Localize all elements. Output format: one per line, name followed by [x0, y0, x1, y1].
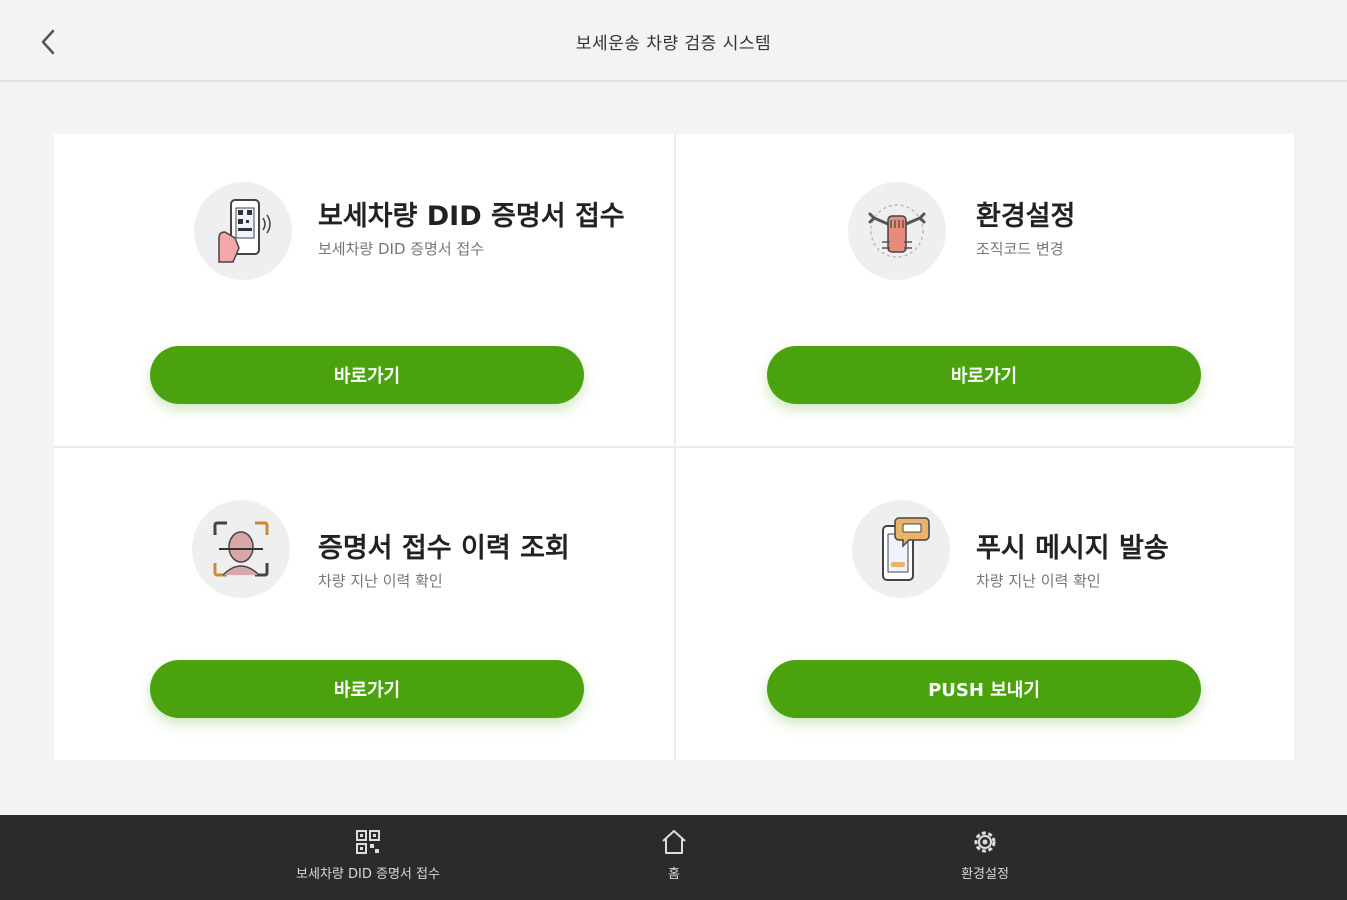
go-button-history[interactable]: 바로가기: [150, 660, 584, 718]
phone-qr-icon: [194, 182, 292, 280]
card-subtitle: 차량 지난 이력 확인: [318, 572, 443, 590]
page-title: 보세운송 차량 검증 시스템: [575, 34, 772, 54]
go-button-settings[interactable]: 바로가기: [767, 346, 1201, 404]
menu-grid: 보세차량 DID 증명서 접수 보세차량 DID 증명서 접수 바로가기 환경설…: [54, 134, 1294, 760]
bottom-nav: 보세차량 DID 증명서 접수 홈 환경설정: [0, 815, 1347, 900]
nav-label: 환경설정: [961, 867, 1009, 882]
card-title: 환경설정: [976, 201, 1076, 232]
card-history: 증명서 접수 이력 조회 차량 지난 이력 확인 바로가기: [54, 448, 674, 760]
card-title: 푸시 메시지 발송: [976, 533, 1169, 564]
card-title: 보세차량 DID 증명서 접수: [318, 201, 625, 232]
home-icon: [659, 827, 689, 857]
card-settings: 환경설정 조직코드 변경 바로가기: [674, 134, 1294, 446]
face-scan-icon: [192, 500, 290, 598]
go-button-did-certificate[interactable]: 바로가기: [150, 346, 584, 404]
card-subtitle: 조직코드 변경: [976, 240, 1064, 258]
push-send-button[interactable]: PUSH 보내기: [767, 660, 1201, 718]
nav-item-did-certificate[interactable]: 보세차량 DID 증명서 접수: [238, 815, 498, 900]
phone-message-icon: [852, 500, 950, 598]
nav-label: 보세차량 DID 증명서 접수: [296, 867, 440, 882]
card-push-message: 푸시 메시지 발송 차량 지난 이력 확인 PUSH 보내기: [674, 448, 1294, 760]
settings-wrench-icon: [848, 182, 946, 280]
card-did-certificate: 보세차량 DID 증명서 접수 보세차량 DID 증명서 접수 바로가기: [54, 134, 674, 446]
card-subtitle: 보세차량 DID 증명서 접수: [318, 240, 485, 258]
card-title: 증명서 접수 이력 조회: [318, 533, 570, 564]
card-subtitle: 차량 지난 이력 확인: [976, 572, 1101, 590]
app-header: 보세운송 차량 검증 시스템: [0, 0, 1347, 82]
qr-code-icon: [353, 827, 383, 857]
nav-label: 홈: [668, 867, 680, 882]
gear-icon: [970, 827, 1000, 857]
nav-item-settings[interactable]: 환경설정: [855, 815, 1115, 900]
nav-item-home[interactable]: 홈: [544, 815, 804, 900]
